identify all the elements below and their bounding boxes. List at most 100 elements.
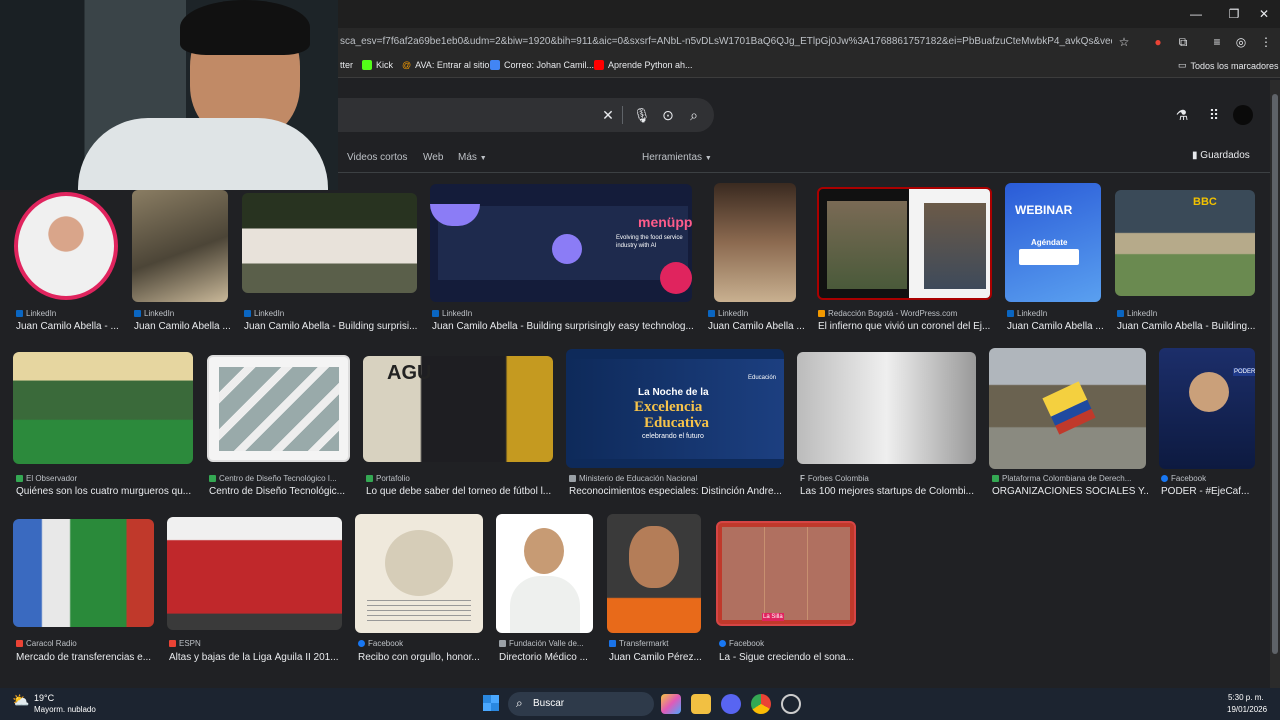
- result-title[interactable]: Juan Camilo Abella ...: [1007, 321, 1103, 332]
- result-image[interactable]: [989, 348, 1146, 469]
- extension-icon[interactable]: ●: [1150, 34, 1166, 50]
- result-image[interactable]: [207, 355, 350, 462]
- temperature[interactable]: 19°C: [34, 693, 54, 703]
- clock-date[interactable]: 19/01/2026: [1227, 705, 1267, 714]
- media-icon[interactable]: ≡: [1209, 34, 1225, 50]
- result-image[interactable]: WEBINAR Agéndate: [1005, 183, 1101, 302]
- result-title[interactable]: Altas y bajas de la Liga Águila II 201..…: [169, 652, 344, 663]
- discord-icon[interactable]: [721, 694, 741, 714]
- puzzle-icon[interactable]: ⧉: [1175, 34, 1191, 50]
- result-source: Fundación Valle de...: [499, 639, 584, 648]
- result-title[interactable]: Juan Camilo Pérez...: [609, 652, 705, 663]
- chevron-down-icon: ▼: [479, 155, 487, 162]
- search-input[interactable]: [300, 98, 714, 132]
- result-title[interactable]: Reconocimientos especiales: Distinción A…: [569, 486, 781, 497]
- page-scrollbar[interactable]: [1270, 80, 1280, 688]
- result-title[interactable]: Juan Camilo Abella - Building...: [1117, 321, 1257, 332]
- result-image[interactable]: [167, 517, 342, 630]
- source-icon: [16, 475, 23, 482]
- result-image[interactable]: [817, 187, 992, 300]
- bbc-sign: BBC: [1193, 196, 1217, 208]
- result-title[interactable]: Juan Camilo Abella - Building surprisi..…: [244, 321, 420, 332]
- result-image[interactable]: La Noche de la Excelencia Educativa cele…: [566, 349, 784, 468]
- search-icon[interactable]: ⌕: [686, 107, 702, 123]
- result-image[interactable]: PODER: [1159, 348, 1255, 469]
- tab-mas[interactable]: Más ▼: [458, 152, 487, 163]
- result-title[interactable]: Las 100 mejores startups de Colombi...: [800, 486, 978, 497]
- result-title[interactable]: ORGANIZACIONES SOCIALES Y...: [992, 486, 1149, 497]
- result-image[interactable]: BBC: [1115, 190, 1255, 296]
- shape: [660, 262, 692, 294]
- result-title[interactable]: Juan Camilo Abella - Building surprising…: [432, 321, 694, 332]
- chevron-down-icon: ▼: [704, 155, 712, 162]
- result-image[interactable]: [607, 514, 701, 633]
- apps-icon[interactable]: ⠿: [1206, 107, 1222, 123]
- result-image[interactable]: [13, 519, 154, 627]
- result-title[interactable]: Directorio Médico ...: [499, 652, 596, 663]
- result-title[interactable]: PODER - #EjeCaf...: [1161, 486, 1257, 497]
- minimize-icon[interactable]: —: [1186, 6, 1206, 22]
- copilot-icon[interactable]: [661, 694, 681, 714]
- result-title[interactable]: Juan Camilo Abella ...: [708, 321, 804, 332]
- weather-icon[interactable]: ⛅: [12, 692, 29, 709]
- poder-logo: PODER: [1233, 368, 1255, 376]
- avatar[interactable]: [1233, 105, 1253, 125]
- scrollbar-thumb[interactable]: [1272, 94, 1278, 654]
- app-icon[interactable]: [781, 694, 801, 714]
- result-image[interactable]: [242, 193, 417, 293]
- lens-icon[interactable]: ⊙: [660, 107, 676, 123]
- taskbar-search[interactable]: ⌕ Buscar: [508, 692, 654, 716]
- result-image[interactable]: menüpp Evolving the food service industr…: [430, 184, 692, 302]
- close-icon[interactable]: ✕: [1254, 6, 1274, 22]
- url-text[interactable]: sca_esv=f7f6af2a69be1eb0&udm=2&biw=1920&…: [340, 36, 1112, 47]
- result-image[interactable]: [797, 352, 976, 464]
- labs-icon[interactable]: ⚗: [1174, 107, 1190, 123]
- tab-videos-cortos[interactable]: Videos cortos: [347, 152, 407, 163]
- tools-button[interactable]: Herramientas ▼: [642, 152, 712, 163]
- result-title[interactable]: Lo que debe saber del torneo de fútbol l…: [366, 486, 554, 497]
- divider: [622, 106, 623, 124]
- bookmark-correo[interactable]: Correo: Johan Camil...: [490, 60, 594, 70]
- bookmark-item[interactable]: tter: [340, 60, 353, 70]
- result-image[interactable]: [496, 514, 593, 633]
- result-image[interactable]: La Silla: [716, 521, 856, 626]
- profile-icon[interactable]: ◎: [1233, 34, 1249, 50]
- result-title[interactable]: El infierno que vivió un coronel del Ej.…: [818, 321, 994, 332]
- bookmark-kick[interactable]: Kick: [362, 60, 393, 70]
- facebook-icon: [1161, 475, 1168, 482]
- weather-text[interactable]: Mayorm. nublado: [34, 705, 96, 714]
- result-title[interactable]: Juan Camilo Abella ...: [134, 321, 230, 332]
- result-image[interactable]: AGU: [363, 356, 553, 462]
- nav-divider: [300, 172, 1270, 173]
- tab-web[interactable]: Web: [423, 152, 443, 163]
- espn-icon: [169, 640, 176, 647]
- clock-time[interactable]: 5:30 p. m.: [1228, 693, 1264, 702]
- result-title[interactable]: Juan Camilo Abella - ...: [16, 321, 126, 332]
- result-source: Centro de Diseño Tecnológico I...: [209, 474, 337, 483]
- result-title[interactable]: Centro de Diseño Tecnológic...: [209, 486, 352, 497]
- clear-icon[interactable]: ✕: [600, 107, 616, 123]
- microphone-icon[interactable]: 🎙: [633, 107, 651, 123]
- result-image[interactable]: [12, 190, 120, 302]
- result-image[interactable]: [355, 514, 483, 633]
- result-image[interactable]: [132, 190, 228, 302]
- la-silla-logo: La Silla: [762, 613, 784, 621]
- file-explorer-icon[interactable]: [691, 694, 711, 714]
- maximize-icon[interactable]: ❐: [1224, 6, 1244, 22]
- saved-button[interactable]: ▮ Guardados: [1192, 150, 1250, 161]
- result-image[interactable]: [714, 183, 796, 302]
- result-title[interactable]: Quiénes son los cuatro murgueros qu...: [16, 486, 196, 497]
- bookmark-ava[interactable]: @ AVA: Entrar al sitio: [402, 60, 489, 70]
- windows-start-icon[interactable]: [483, 695, 499, 711]
- result-title[interactable]: Mercado de transferencias e...: [16, 652, 156, 663]
- result-title[interactable]: La - Sigue creciendo el sona...: [719, 652, 859, 663]
- portrait-photo: [14, 192, 118, 300]
- chrome-icon[interactable]: [751, 694, 771, 714]
- result-title[interactable]: Recibo con orgullo, honor...: [358, 652, 486, 663]
- result-image[interactable]: [13, 352, 193, 464]
- bookmark-python[interactable]: Aprende Python ah...: [594, 60, 693, 70]
- banner-text: Educación: [748, 375, 777, 381]
- star-icon[interactable]: ☆: [1116, 34, 1132, 50]
- bookmark-all[interactable]: ▭ Todos los marcadores: [1178, 60, 1279, 71]
- menu-icon[interactable]: ⋮: [1258, 34, 1274, 50]
